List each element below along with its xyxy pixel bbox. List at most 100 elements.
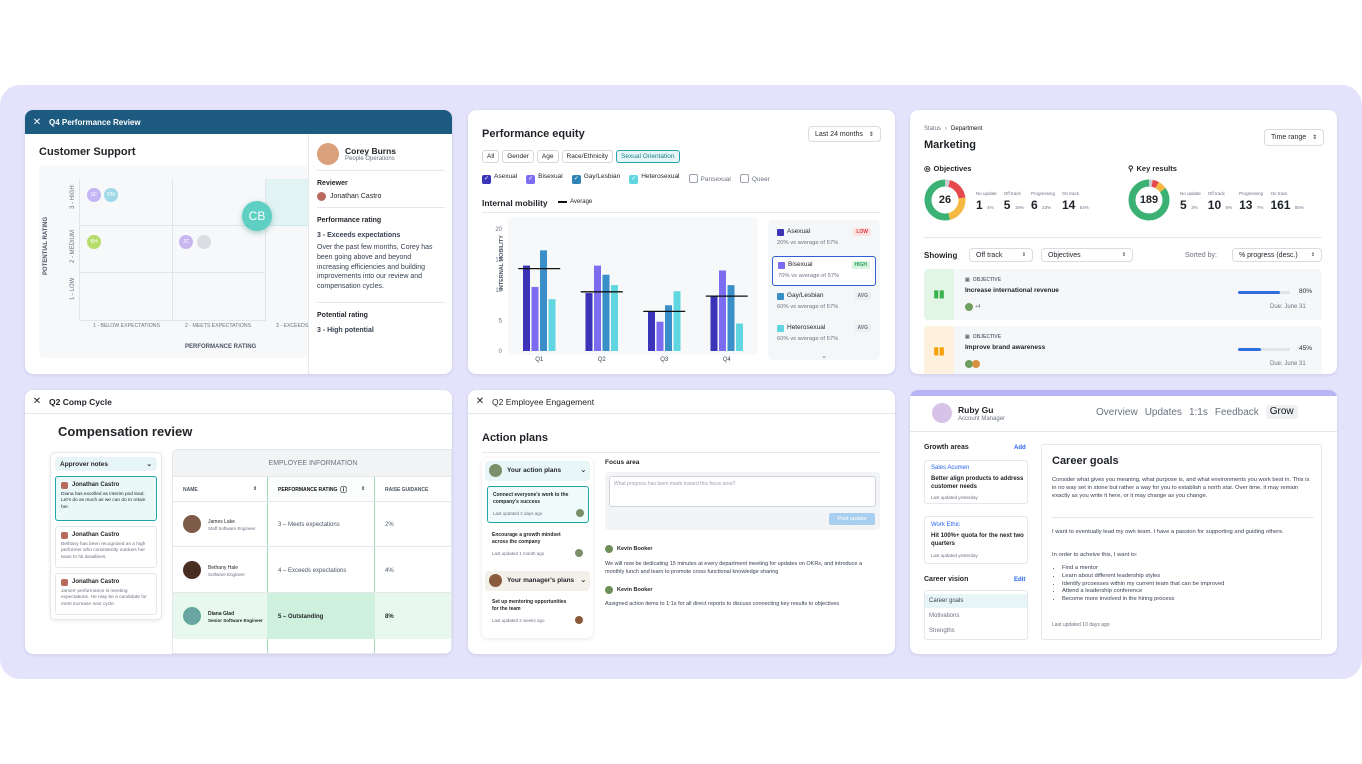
- bar: [531, 286, 539, 351]
- vision-item[interactable]: Motivations: [929, 613, 959, 619]
- col-header-rating[interactable]: PERFORMANCE RATING: [278, 487, 337, 493]
- time-range-select[interactable]: Time range ⇕: [1264, 129, 1325, 146]
- growth-area-card[interactable]: Sales Acumen Better align products to ad…: [924, 460, 1028, 504]
- stat-item: On track 161 85%: [1270, 191, 1304, 214]
- close-icon[interactable]: ✕: [468, 396, 492, 407]
- plan-item-selected[interactable]: Connect everyone's work to the company's…: [487, 486, 589, 523]
- tab-one-on-ones[interactable]: 1:1s: [1189, 407, 1208, 419]
- update-composer: What progress has been made toward this …: [605, 472, 880, 530]
- stat-value: 5: [1180, 198, 1187, 212]
- legend-item[interactable]: Bisexual 70% vs average of 57% HIGH: [772, 256, 876, 286]
- stat-item: On track 14 54%: [1062, 191, 1089, 214]
- legend-item[interactable]: Asexual 20% vs average of 57% LOW: [772, 224, 876, 254]
- manager-plans-header[interactable]: Your manager's plans ⌄: [485, 571, 590, 591]
- note-card[interactable]: Jonathan Castro Diana has excelled as in…: [55, 476, 157, 521]
- tab-overview[interactable]: Overview: [1096, 407, 1138, 419]
- info-icon[interactable]: ⓘ: [340, 485, 347, 495]
- stat-percent: 3%: [1191, 205, 1198, 210]
- tab-all[interactable]: All: [482, 150, 500, 163]
- breadcrumb-item[interactable]: Status: [924, 126, 941, 132]
- employee-chip-selected[interactable]: CB: [242, 201, 272, 231]
- plan-updated: Last updated 1 month ago: [492, 551, 545, 556]
- update-input[interactable]: What progress has been made toward this …: [609, 476, 876, 507]
- post-update-button[interactable]: Post update: [829, 513, 875, 525]
- tab-gender[interactable]: Gender: [502, 150, 534, 163]
- divider: [924, 237, 1322, 238]
- vision-item[interactable]: Strengths: [929, 628, 955, 634]
- tab-updates[interactable]: Updates: [1145, 407, 1182, 419]
- filter-gay-lesbian[interactable]: ✓ Gay/Lesbian: [571, 173, 621, 184]
- your-plans-header[interactable]: Your action plans ⌄: [485, 461, 590, 481]
- bar: [594, 265, 601, 351]
- stat-value-row: 5 19%: [1004, 196, 1024, 214]
- note-card[interactable]: Jonathan Castro Bethany has been recogni…: [55, 526, 157, 568]
- key-results-label: Key results: [1136, 164, 1177, 173]
- add-growth-area-link[interactable]: Add: [1014, 445, 1026, 451]
- target-icon: ◎: [924, 164, 931, 173]
- col-header-raise[interactable]: RAISE GUIDANCE: [385, 487, 428, 493]
- legend-item[interactable]: Heterosexual 60% vs average of 57% AVG: [772, 320, 876, 350]
- employee-chip-empty[interactable]: [197, 235, 211, 249]
- tab-feedback[interactable]: Feedback: [1215, 407, 1259, 419]
- employee-chip[interactable]: SF: [87, 188, 101, 202]
- type-filter-select[interactable]: Objectives ⇕: [1041, 248, 1133, 262]
- filter-queer[interactable]: Queer: [739, 174, 770, 183]
- col-header-name[interactable]: NAME: [183, 487, 198, 493]
- date-range-select[interactable]: Last 24 months ⇕: [808, 126, 881, 142]
- legend-sub: 70% vs average of 57%: [778, 273, 840, 279]
- filter-asexual[interactable]: ✓ Asexual: [482, 173, 517, 184]
- bar: [710, 296, 718, 351]
- avatar: [972, 360, 980, 368]
- bar: [611, 285, 618, 351]
- sort-select[interactable]: % progress (desc.) ⇕: [1232, 248, 1322, 262]
- sort-icon[interactable]: ⇕: [253, 486, 257, 492]
- stat-value: 5: [1003, 198, 1011, 212]
- plan-item[interactable]: Set up mentoring opportunities for the t…: [487, 595, 589, 631]
- nine-box-grid: POTENTIAL RATING 3 - HIGH 2 - MEDIUM 1 -…: [39, 165, 310, 358]
- table-row-selected[interactable]: Diana Glad Senior Software Engineer 5 – …: [173, 593, 451, 639]
- growth-area-card[interactable]: Work Ethic Hit 100%+ quota for the next …: [924, 516, 1028, 564]
- average-legend: Average: [558, 199, 592, 205]
- close-icon[interactable]: ✕: [25, 396, 49, 407]
- chevron-down-icon: ⌄: [580, 575, 587, 584]
- close-icon[interactable]: ✕: [25, 117, 49, 128]
- status-filter-select[interactable]: Off track ⇕: [969, 248, 1033, 262]
- objective-row[interactable]: ▮▮ ▣ OBJECTIVE Increase international rev…: [924, 269, 1322, 320]
- tab-sexual-orientation[interactable]: Sexual Orientation: [616, 150, 680, 163]
- stat-item: No update 1 4%: [976, 191, 997, 214]
- plan-item[interactable]: Encourage a growth mindset across the co…: [487, 528, 589, 564]
- legend-item[interactable]: Gay/Lesbian 60% vs average of 57% AVG: [772, 288, 876, 318]
- table-row[interactable]: Bethany Hale Software Engineer 4 – Excee…: [173, 547, 451, 593]
- progress-track: [1238, 291, 1290, 294]
- y-tick-label: 15: [495, 258, 502, 264]
- profile-header: Ruby Gu Account Manager Overview Updates…: [910, 396, 1337, 432]
- filter-heterosexual[interactable]: ✓ Heterosexual: [629, 173, 680, 184]
- tab-race[interactable]: Race/Ethnicity: [561, 150, 614, 163]
- compensation-review-card: ✕ Q2 Comp Cycle Compensation review Appro…: [25, 390, 452, 654]
- table-row[interactable]: James Lake Staff Software Engineer 3 – M…: [173, 502, 451, 547]
- checkbox-checked-icon: ✓: [482, 175, 491, 184]
- employee-chip[interactable]: BH: [87, 235, 101, 249]
- tab-grow[interactable]: Grow: [1265, 405, 1298, 419]
- vision-item-selected[interactable]: Career goals: [925, 594, 1027, 608]
- filter-label: Gay/Lesbian: [583, 173, 621, 180]
- showing-label: Showing: [924, 251, 958, 260]
- person-name: Corey Burns: [345, 146, 397, 156]
- objective-row[interactable]: ▮▮ ▣ OBJECTIVE Improve brand awareness 45…: [924, 326, 1322, 374]
- filter-pansexual[interactable]: Pansexual: [688, 174, 731, 183]
- approver-notes-toggle[interactable]: Approver notes ⌄: [55, 457, 157, 471]
- sort-icon[interactable]: ⇕: [361, 486, 365, 492]
- stat-percent: 7%: [1256, 205, 1264, 210]
- your-plans-label: Your action plans: [507, 467, 562, 474]
- avatar: [61, 579, 68, 586]
- objective-name: Increase international revenue: [965, 287, 1059, 294]
- note-text: Diana has excelled as interim pod lead. …: [61, 492, 146, 510]
- edit-career-vision-link[interactable]: Edit: [1014, 577, 1025, 583]
- note-card[interactable]: Jonathan Castro James' performance is me…: [55, 573, 157, 615]
- tab-age[interactable]: Age: [536, 150, 559, 163]
- employee-chip[interactable]: RM: [104, 188, 118, 202]
- chevron-down-icon[interactable]: ⌄: [772, 352, 876, 360]
- breadcrumb-item[interactable]: Department: [951, 126, 982, 132]
- filter-bisexual[interactable]: ✓ Bisexual: [526, 173, 563, 184]
- employee-chip[interactable]: JC: [179, 235, 193, 249]
